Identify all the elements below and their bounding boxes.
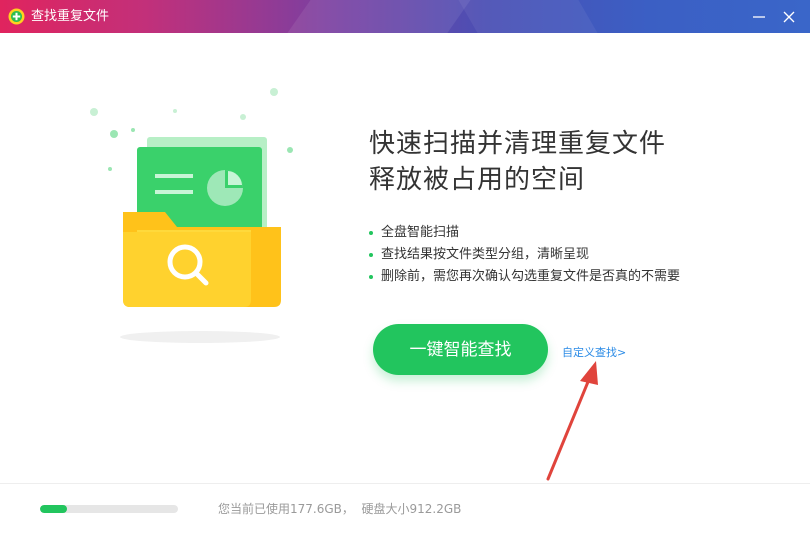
bullet-dot-icon bbox=[369, 231, 373, 235]
disk-total-text: 硬盘大小912.2GB bbox=[361, 502, 462, 516]
headline-line-2: 释放被占用的空间 bbox=[369, 165, 586, 195]
headline: 快速扫描并清理重复文件 释放被占用的空间 bbox=[369, 126, 769, 198]
title-bar[interactable]: 查找重复文件 bbox=[0, 0, 810, 33]
close-icon[interactable] bbox=[778, 6, 800, 28]
app-window: 查找重复文件 快速扫描并清理重复文件 释放被占用的空间 全盘智能扫描 查找结果按… bbox=[0, 0, 810, 535]
bullet-dot-icon bbox=[369, 275, 373, 279]
headline-line-1: 快速扫描并清理重复文件 bbox=[369, 129, 667, 159]
feature-list: 全盘智能扫描 查找结果按文件类型分组，清晰呈现 删除前，需您再次确认勾选重复文件… bbox=[369, 222, 680, 288]
disk-usage-bar bbox=[40, 505, 178, 513]
feature-item: 查找结果按文件类型分组，清晰呈现 bbox=[369, 244, 680, 266]
disk-usage-fill bbox=[40, 505, 67, 513]
disk-used-text: 您当前已使用177.6GB， bbox=[218, 502, 354, 516]
bullet-dot-icon bbox=[369, 253, 373, 257]
annotation-arrow-icon bbox=[546, 361, 598, 481]
one-click-scan-button[interactable]: 一键智能查找 bbox=[373, 324, 548, 375]
app-logo-icon bbox=[8, 8, 25, 25]
folder-search-illustration bbox=[90, 88, 293, 343]
disk-usage-text: 您当前已使用177.6GB， 硬盘大小912.2GB bbox=[218, 500, 461, 517]
window-title: 查找重复文件 bbox=[31, 9, 110, 24]
footer-divider bbox=[0, 483, 810, 484]
feature-item: 全盘智能扫描 bbox=[369, 222, 680, 244]
minimize-icon[interactable] bbox=[748, 6, 770, 28]
feature-item: 删除前，需您再次确认勾选重复文件是否真的不需要 bbox=[369, 266, 680, 288]
